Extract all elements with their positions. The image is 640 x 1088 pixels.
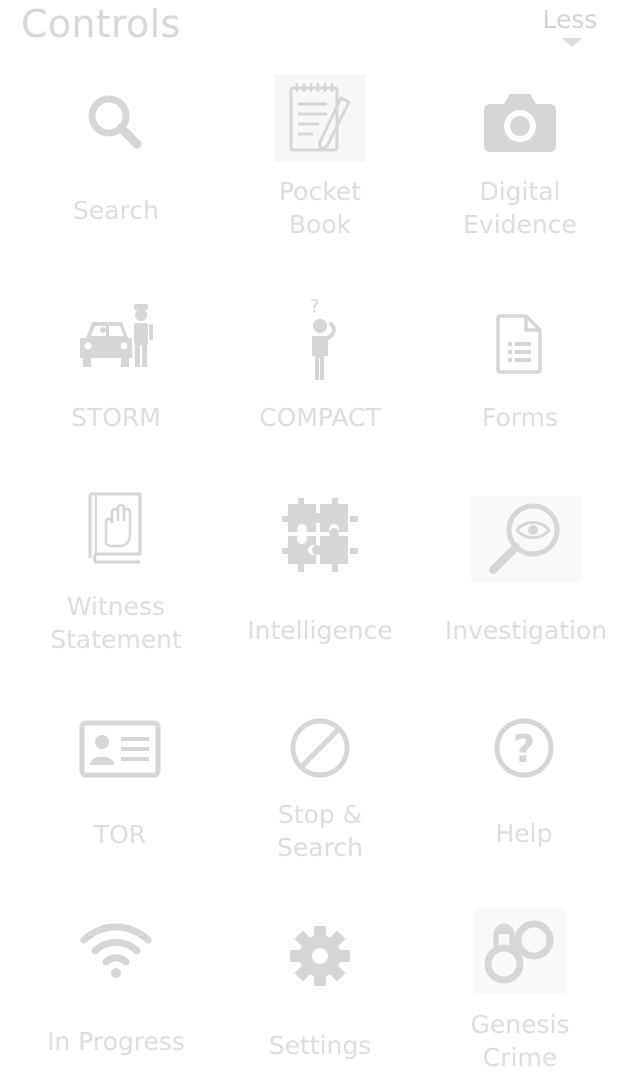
handcuffs-icon [474, 908, 566, 994]
tile-label: Genesis Crime [470, 1010, 570, 1072]
person-question-icon: ? [310, 296, 336, 380]
tile-help[interactable]: ? Help [424, 708, 624, 908]
book-hand-icon [88, 492, 142, 564]
magnifier-icon [88, 95, 142, 149]
tile-search[interactable]: Search [16, 70, 216, 270]
wifi-icon [80, 923, 152, 978]
less-toggle-label: Less [542, 5, 598, 34]
tile-investigation[interactable]: Investigation [426, 490, 626, 690]
svg-text:?: ? [310, 296, 320, 317]
document-list-icon [496, 314, 542, 374]
id-card-icon [79, 720, 161, 778]
chevron-down-icon [562, 38, 582, 47]
car-officer-icon [80, 304, 153, 367]
less-toggle-button[interactable]: Less [530, 4, 610, 47]
puzzle-icon [282, 498, 358, 572]
controls-screen: Controls Less Search Pocket Book Digital… [0, 0, 640, 1088]
tile-forms[interactable]: Forms [420, 290, 620, 490]
tile-digital-evidence[interactable]: Digital Evidence [420, 70, 620, 270]
tile-compact[interactable]: ? COMPACT [220, 290, 420, 490]
notepad-pencil-icon [275, 74, 365, 162]
page-title: Controls [21, 2, 181, 46]
tile-label: Digital Evidence [463, 177, 577, 239]
camera-icon [484, 94, 556, 152]
gear-icon [290, 926, 350, 986]
tile-pocket-book[interactable]: Pocket Book [220, 70, 420, 270]
prohibited-icon [290, 718, 350, 778]
svg-text:?: ? [513, 727, 535, 771]
tile-genesis-crime[interactable]: Genesis Crime [420, 900, 620, 1088]
tile-label: Intelligence [247, 616, 393, 645]
magnifier-eye-icon [471, 496, 581, 582]
tile-intelligence[interactable]: Intelligence [220, 490, 420, 690]
tile-tor[interactable]: TOR [20, 708, 220, 908]
tile-label: Investigation [444, 616, 608, 645]
question-circle-icon: ? [494, 718, 554, 778]
tile-label: Help [495, 819, 553, 848]
tile-stop-and-search[interactable]: Stop & Search [220, 708, 420, 908]
tile-storm[interactable]: STORM [16, 290, 216, 490]
tile-label: Forms [481, 403, 558, 432]
tile-settings[interactable]: Settings [220, 912, 420, 1088]
tile-witness-statement[interactable]: Witness Statement [16, 490, 216, 690]
tile-in-progress[interactable]: In Progress [16, 912, 216, 1088]
